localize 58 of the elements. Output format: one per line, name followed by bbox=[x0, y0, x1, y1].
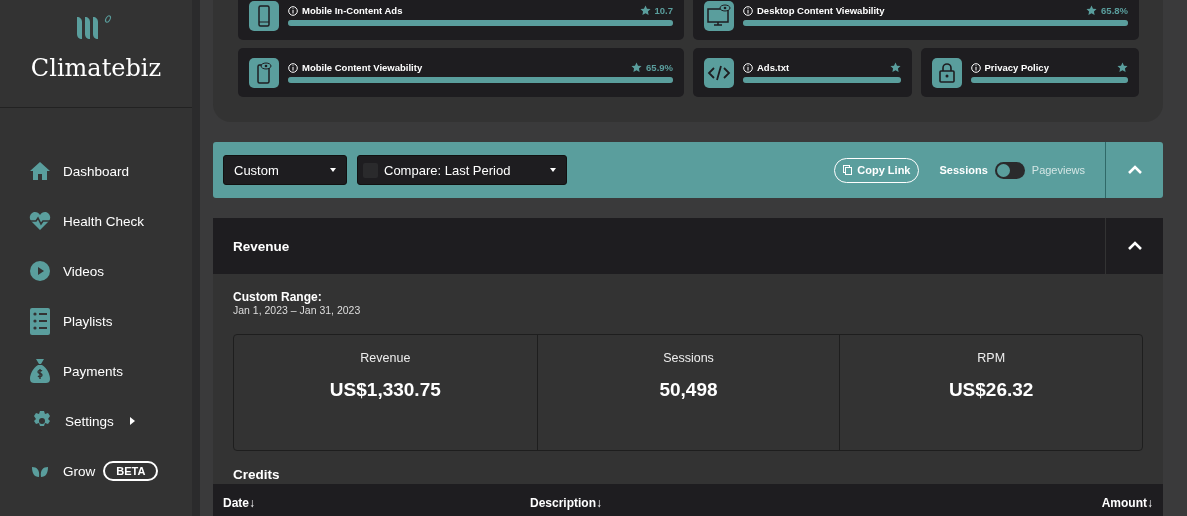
info-icon[interactable] bbox=[970, 62, 981, 73]
panel-title: Revenue bbox=[232, 238, 291, 254]
sidebar-link[interactable]: Payments bbox=[0, 346, 192, 396]
leaf-icon bbox=[31, 464, 49, 478]
padlock-icon bbox=[931, 57, 962, 88]
stat-label: RPM bbox=[977, 351, 1006, 365]
score-value: 10.7 bbox=[654, 5, 673, 16]
column-header[interactable]: Date↓ bbox=[223, 495, 255, 510]
range-label: Custom Range: bbox=[233, 290, 323, 304]
star-icon bbox=[1117, 62, 1128, 73]
sidebar-link[interactable]: Playlists bbox=[0, 296, 192, 346]
list-icon bbox=[30, 307, 50, 335]
money-bag-icon bbox=[30, 358, 50, 384]
card-title: Mobile In-Content Ads bbox=[302, 5, 404, 16]
card-title: Ads.txt bbox=[757, 62, 791, 73]
home-icon bbox=[29, 161, 51, 181]
stat-label: Sessions bbox=[663, 351, 714, 365]
card-title: Desktop Content Viewability bbox=[757, 5, 886, 16]
phone-eye-icon bbox=[249, 57, 279, 88]
toggle-label: Sessions bbox=[939, 164, 988, 176]
toggle-label: Pageviews bbox=[1031, 164, 1085, 176]
stat-value: US$26.32 bbox=[948, 379, 1034, 401]
date-range: Jan 1, 2023 – Jan 31, 2023 bbox=[233, 304, 362, 316]
play-icon bbox=[30, 261, 50, 281]
section-title: Credits bbox=[233, 467, 281, 482]
sidebar-link[interactable]: Settings bbox=[65, 413, 114, 429]
brand-name: Climatebiz bbox=[30, 54, 162, 82]
info-icon[interactable] bbox=[743, 62, 753, 73]
stat-value: 50,498 bbox=[659, 379, 718, 401]
copy-icon bbox=[843, 165, 853, 175]
score-value: 65.8% bbox=[1101, 5, 1128, 16]
stat-value: US$1,330.75 bbox=[329, 379, 441, 401]
code-icon bbox=[704, 57, 734, 88]
score-value: 65.9% bbox=[646, 62, 673, 73]
sidebar-link[interactable]: Dashboard bbox=[0, 146, 192, 196]
star-icon bbox=[889, 62, 901, 73]
star-icon bbox=[1086, 5, 1098, 16]
compare-dropdown[interactable]: Compare: Last Period bbox=[357, 155, 567, 185]
chevron-up-icon bbox=[1126, 165, 1143, 175]
caret-icon bbox=[129, 417, 135, 425]
toggle-switch[interactable] bbox=[994, 161, 1025, 179]
info-icon[interactable] bbox=[743, 5, 753, 16]
heartbeat-icon bbox=[29, 211, 51, 231]
info-icon[interactable] bbox=[288, 62, 298, 73]
star-icon bbox=[639, 5, 651, 16]
card-title: Mobile Content Viewability bbox=[302, 62, 424, 73]
range-dropdown[interactable]: Custom bbox=[223, 155, 347, 185]
column-header[interactable]: Description↓ bbox=[530, 495, 602, 510]
info-icon[interactable] bbox=[288, 5, 298, 16]
star-icon bbox=[631, 62, 643, 73]
stat-label: Revenue bbox=[360, 351, 411, 365]
beta-badge: BETA bbox=[103, 461, 159, 481]
sidebar-link[interactable]: Grow bbox=[63, 463, 96, 479]
card-title: Privacy Policy bbox=[984, 62, 1050, 73]
column-header[interactable]: Amount↓ bbox=[1101, 495, 1153, 510]
chevron-up-icon bbox=[1126, 241, 1143, 251]
sidebar-link[interactable]: Health Check bbox=[0, 196, 192, 246]
sidebar-link[interactable]: Videos bbox=[0, 246, 192, 296]
